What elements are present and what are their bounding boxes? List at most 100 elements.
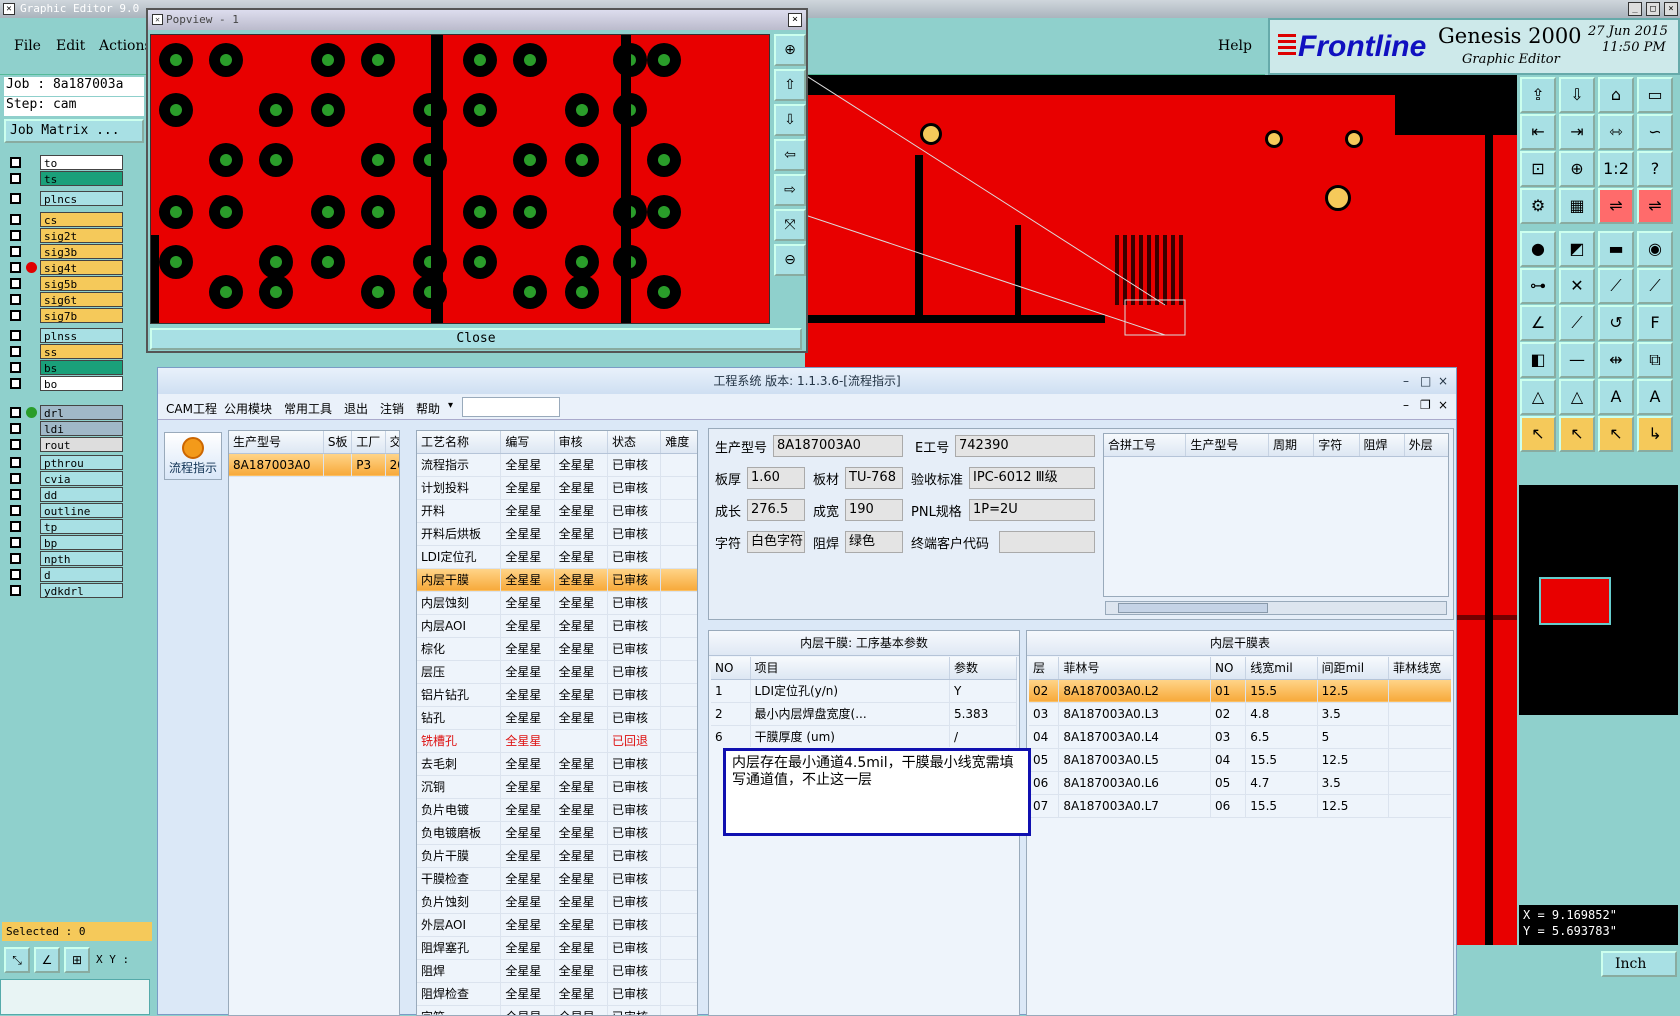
column-header[interactable]: 编写 (500, 431, 555, 454)
layer-checkbox[interactable] (10, 423, 21, 434)
layer-checkbox[interactable] (10, 346, 21, 357)
table-row[interactable]: 05 8A187003A0.L5 04 15.5 12.5 (1029, 748, 1451, 772)
table-row[interactable]: 负片干膜 全星星 全星星 已审核 (417, 844, 697, 868)
layer-row[interactable]: ydkdrl (8, 583, 123, 598)
eno-field[interactable]: 742390 (955, 435, 1095, 457)
horizontal-scrollbar[interactable] (1105, 601, 1447, 615)
dialog-maximize-icon[interactable]: □ (1420, 368, 1431, 394)
table-row[interactable]: 负片电镀 全星星 全星星 已审核 (417, 798, 697, 822)
menu-file[interactable]: File (14, 38, 41, 54)
font-icon[interactable]: F (1637, 305, 1673, 341)
layer-name[interactable]: bp (40, 535, 123, 550)
table-row[interactable]: 06 8A187003A0.L6 05 4.7 3.5 (1029, 771, 1451, 795)
layer-checkbox[interactable] (10, 214, 21, 225)
layer-name[interactable]: outline (40, 503, 123, 518)
layer-name[interactable]: d (40, 567, 123, 582)
layer-name[interactable]: sig4t (40, 260, 123, 275)
layer-row[interactable]: plncs (8, 191, 123, 206)
layer-checkbox[interactable] (10, 157, 21, 168)
table-row[interactable]: 铣槽孔 全星星 已回退 (417, 729, 697, 753)
zoom-box-icon[interactable]: ⊡ (1520, 151, 1556, 187)
column-header[interactable]: 项目 (750, 657, 950, 680)
layer-checkbox[interactable] (10, 362, 21, 373)
table-row[interactable]: 铝片钻孔 全星星 全星星 已审核 (417, 683, 697, 707)
table-row[interactable]: 02 8A187003A0.L2 01 15.5 12.5 (1029, 679, 1451, 703)
job-matrix-button[interactable]: Job Matrix ... (4, 119, 144, 143)
table-row[interactable]: 内层蚀刻 全星星 全星星 已审核 (417, 591, 697, 615)
layer-checkbox[interactable] (10, 310, 21, 321)
table-row[interactable]: 内层AOI 全星星 全星星 已审核 (417, 614, 697, 638)
triangle-icon[interactable]: △ (1520, 379, 1556, 415)
minimize-button[interactable]: _ (1628, 2, 1642, 16)
resize-icon[interactable]: ⇹ (1598, 342, 1634, 378)
table-row[interactable]: 内层干膜 全星星 全星星 已审核 (417, 568, 697, 592)
pointer-edit-icon[interactable]: ↖ (1598, 416, 1634, 452)
layer-checkbox[interactable] (10, 246, 21, 257)
menu-actions[interactable]: Actions (99, 38, 152, 54)
popview-canvas[interactable] (150, 34, 770, 324)
layer-name[interactable]: drl (40, 405, 123, 420)
column-header[interactable]: 周期 (1268, 434, 1315, 457)
layer-checkbox[interactable] (10, 473, 21, 484)
table-row[interactable]: 2 最小内层焊盘宽度(... 5.383 (711, 702, 1017, 726)
fill-icon[interactable]: ◩ (1559, 231, 1595, 267)
units-selector[interactable]: Inch (1601, 951, 1677, 977)
layer-row[interactable]: d (8, 567, 123, 582)
layer-row[interactable]: npth (8, 551, 123, 566)
pointer-alt-icon[interactable]: ↖ (1559, 416, 1595, 452)
layer-row[interactable]: drl (8, 405, 123, 420)
column-header[interactable]: 生产型号 (229, 431, 324, 454)
menu-cam-project[interactable]: CAM工程 (166, 400, 217, 417)
popview-close-button[interactable]: Close (150, 328, 802, 350)
layer-checkbox[interactable] (10, 378, 21, 389)
layer-name[interactable]: ts (40, 171, 123, 186)
layer-name[interactable]: ydkdrl (40, 583, 123, 598)
help-icon[interactable]: ? (1637, 151, 1673, 187)
circle-icon[interactable]: ◉ (1637, 231, 1673, 267)
table-row[interactable]: 阻焊塞孔 全星星 全星星 已审核 (417, 936, 697, 960)
overview-map[interactable] (1519, 485, 1678, 715)
column-header[interactable]: 菲林线宽 (1388, 657, 1451, 680)
layer-row[interactable]: sig2t (8, 228, 123, 243)
scale-icon[interactable]: 1:2 (1598, 151, 1634, 187)
curve-icon[interactable]: ∽ (1637, 114, 1673, 150)
layer-checkbox[interactable] (10, 278, 21, 289)
column-header[interactable]: 线宽mil (1245, 657, 1318, 680)
column-header[interactable]: S板 (323, 431, 353, 454)
pnl-field[interactable]: 1P=2U (969, 499, 1095, 521)
connect-icon[interactable]: ⊶ (1520, 268, 1556, 304)
pan-right-icon[interactable]: ⇥ (1559, 114, 1595, 150)
column-header[interactable]: NO (1210, 657, 1247, 680)
column-header[interactable]: 层 (1029, 657, 1060, 680)
table-row[interactable]: 8A187003A0 P320 (229, 453, 399, 477)
table-row[interactable]: 6 干膜厚度 (um) / (711, 725, 1017, 747)
thickness-field[interactable]: 1.60 (747, 467, 805, 489)
layer-name[interactable]: cvia (40, 471, 123, 486)
mdi-close-icon[interactable]: × (1438, 398, 1448, 412)
layer-row[interactable]: bp (8, 535, 123, 550)
layer-checkbox[interactable] (10, 193, 21, 204)
layer-name[interactable]: ldi (40, 421, 123, 436)
material-field[interactable]: TU-768 (845, 467, 903, 489)
zoom-fit-icon[interactable]: ⤧ (774, 209, 806, 241)
table-row[interactable]: 负片蚀刻 全星星 全星星 已审核 (417, 890, 697, 914)
angle-icon[interactable]: ∠ (1520, 305, 1556, 341)
layer-row[interactable]: rout (8, 437, 123, 452)
pad-icon[interactable]: ● (1520, 231, 1556, 267)
table-row[interactable]: 负电镀磨板 全星星 全星星 已审核 (417, 821, 697, 845)
column-header[interactable]: 生产型号 (1185, 434, 1270, 457)
layer-name[interactable]: sig5b (40, 276, 123, 291)
table-row[interactable]: 计划投料 全星星 全星星 已审核 (417, 476, 697, 500)
mask-field[interactable]: 绿色 (845, 531, 903, 553)
copy-icon[interactable]: ⧉ (1637, 342, 1673, 378)
layer-checkbox[interactable] (10, 553, 21, 564)
table-row[interactable]: 04 8A187003A0.L4 03 6.5 5 (1029, 725, 1451, 749)
layer-name[interactable]: dd (40, 487, 123, 502)
width-field[interactable]: 190 (845, 499, 903, 521)
layer-row[interactable]: ts (8, 171, 123, 186)
column-header[interactable]: 菲林号 (1058, 657, 1211, 680)
window-icon[interactable]: ▭ (1637, 77, 1673, 113)
layer-name[interactable]: ss (40, 344, 123, 359)
column-header[interactable]: 审核 (554, 431, 608, 454)
layer-row[interactable]: sig5b (8, 276, 123, 291)
